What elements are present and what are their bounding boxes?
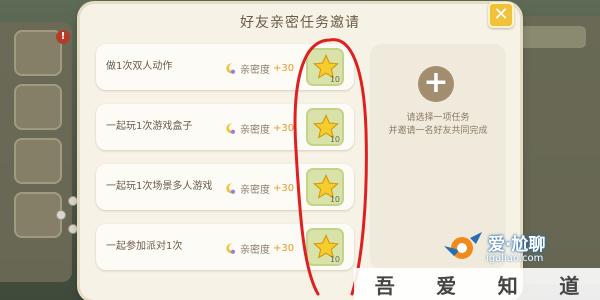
watermark-url: igaliao.com [486,253,544,264]
background-tab [14,84,62,130]
task-row[interactable]: 一起玩1次场景多人游戏 亲密度 +30 10 [96,164,354,210]
intimacy-reward: 亲密度 +30 [224,240,294,256]
watermark-logo-icon [444,232,482,259]
reward-slot[interactable]: 10 [306,48,344,86]
dialog-title: 好友亲密任务邀请 [240,15,360,31]
intimacy-label: 亲密度 [240,124,270,136]
background-tab [14,30,62,76]
add-task-hint-line: 请选择一项任务 [406,113,470,123]
background-button [516,26,586,48]
intimacy-label: 亲密度 [240,64,270,76]
task-row[interactable]: 一起参加派对1次 亲密度 +30 10 [96,224,354,270]
background-tab [14,192,62,238]
watermark-char: 吾 [374,273,395,298]
task-row[interactable]: 一起玩1次游戏盒子 亲密度 +30 10 [96,104,354,150]
close-icon[interactable]: ✕ [488,2,514,28]
task-label: 做1次双人动作 [106,61,173,72]
intimacy-label: 亲密度 [240,244,270,256]
intimacy-value: +30 [273,242,295,254]
watermark-brand: 爱·尬聊 [488,235,546,255]
reward-slot[interactable]: 10 [306,108,344,146]
reward-count: 10 [329,255,340,264]
watermark-char: 爱 [436,273,457,298]
task-list: 做1次双人动作 亲密度 +30 10 一起玩1次游戏盒子 亲密度 +30 10 … [96,44,354,284]
reward-slot[interactable]: 10 [306,228,344,266]
moon-icon [226,243,236,254]
warning-icon: ! [56,30,70,44]
background-tab [14,138,62,184]
reward-count: 10 [329,195,340,204]
task-label: 一起玩1次游戏盒子 [106,121,193,132]
plus-icon[interactable]: + [418,66,454,102]
intimacy-value: +30 [273,122,295,134]
reward-count: 10 [329,75,340,84]
intimacy-label: 亲密度 [240,184,270,196]
moon-icon [226,183,236,194]
watermark-bar: 吾 爱 知 道 [354,268,600,300]
moon-icon [226,63,236,74]
task-label: 一起参加派对1次 [106,241,183,252]
moon-icon [226,123,236,134]
reward-slot[interactable]: 10 [306,168,344,206]
add-task-hint: 请选择一项任务 并邀请一名好友共同完成 [374,112,502,138]
watermark-char: 知 [497,273,518,298]
task-label: 一起玩1次场景多人游戏 [106,181,213,192]
task-row[interactable]: 做1次双人动作 亲密度 +30 10 [96,44,354,90]
watermark-char: 道 [559,273,580,298]
intimacy-reward: 亲密度 +30 [224,120,294,136]
add-task-hint-line: 并邀请一名好友共同完成 [388,126,488,136]
intimacy-value: +30 [273,62,295,74]
intimacy-value: +30 [273,182,295,194]
intimacy-reward: 亲密度 +30 [224,60,294,76]
reward-count: 10 [329,135,340,144]
intimacy-reward: 亲密度 +30 [224,180,294,196]
